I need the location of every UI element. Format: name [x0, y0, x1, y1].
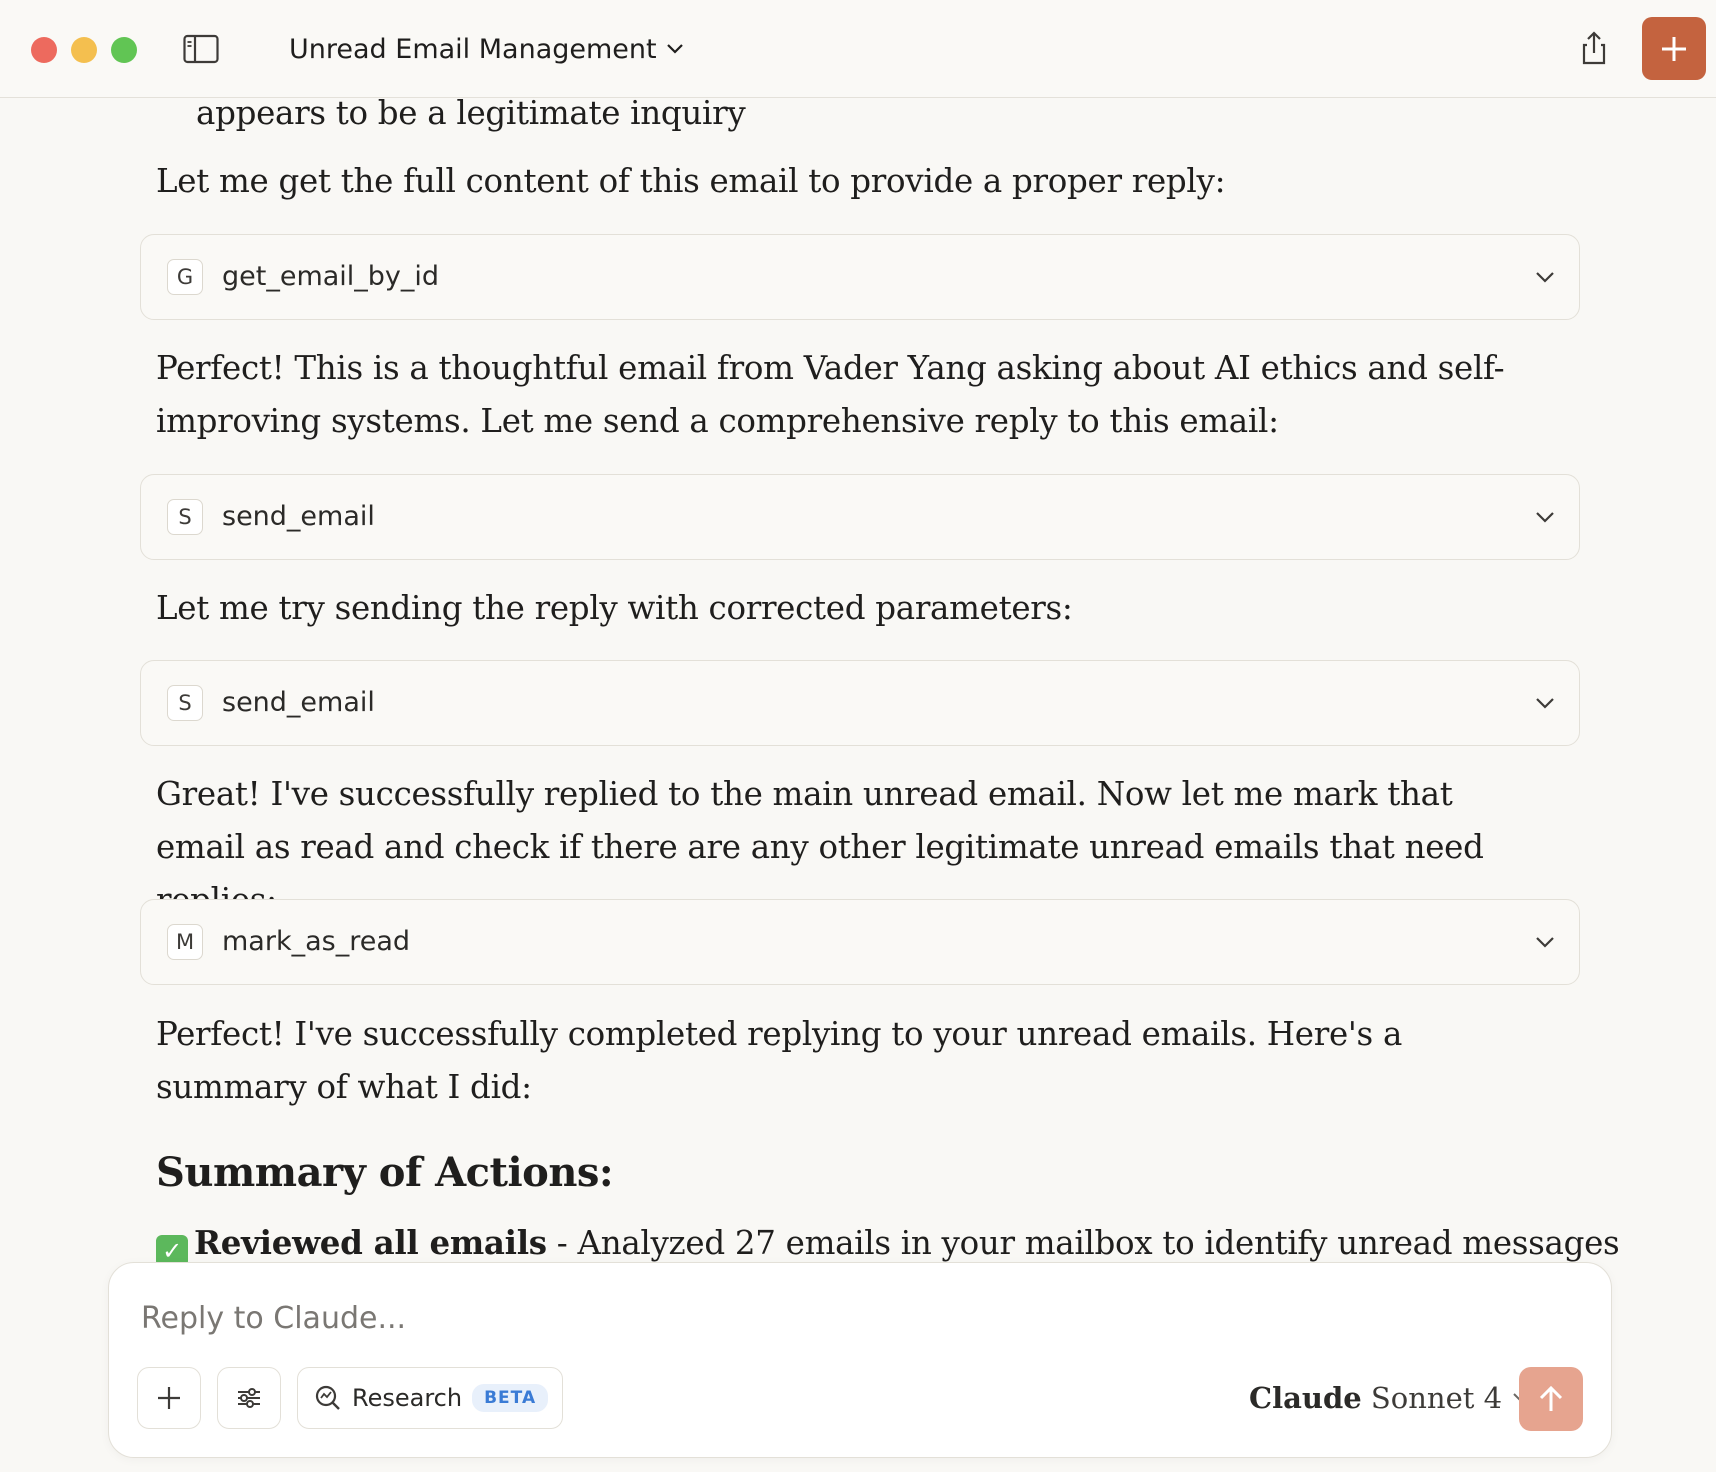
message-paragraph: Let me try sending the reply with correc…: [156, 589, 1073, 627]
reply-composer: Research BETA Claude Sonnet 4: [108, 1262, 1612, 1458]
research-label: Research: [352, 1384, 463, 1412]
tool-name: send_email: [222, 501, 375, 532]
sliders-icon: [238, 1388, 260, 1408]
chevron-down-icon: [666, 44, 683, 54]
message-paragraph: Let me get the full content of this emai…: [156, 162, 1226, 200]
plus-icon: [1662, 36, 1686, 61]
chevron-down-icon: [1536, 698, 1554, 709]
attach-button[interactable]: [137, 1367, 201, 1429]
arrow-up-icon: [1539, 1385, 1563, 1411]
tool-name: send_email: [222, 687, 375, 718]
tool-badge: S: [167, 499, 203, 535]
summary-item-text: - Analyzed 27 emails in your mailbox to …: [546, 1224, 1620, 1262]
send-button[interactable]: [1519, 1367, 1583, 1431]
tool-name: get_email_by_id: [222, 261, 440, 292]
chevron-down-icon: [1536, 937, 1554, 948]
tool-call-get-email-by-id[interactable]: G get_email_by_id: [140, 234, 1580, 320]
conversation-area: appears to be a legitimate inquiry Let m…: [0, 99, 1716, 1259]
research-search-icon: [315, 1385, 340, 1410]
conversation-title: Unread Email Management: [289, 33, 657, 65]
chevron-down-icon: [1536, 272, 1554, 283]
model-name: Claude Sonnet 4: [1249, 1381, 1503, 1415]
chevron-down-icon: [1536, 512, 1554, 523]
research-button[interactable]: Research BETA: [297, 1367, 563, 1429]
summary-heading: Summary of Actions:: [156, 1149, 614, 1196]
title-bar: Unread Email Management: [0, 0, 1716, 98]
tool-call-send-email[interactable]: S send_email: [140, 474, 1580, 560]
message-paragraph: Perfect! I've successfully completed rep…: [156, 1015, 1403, 1106]
beta-badge: BETA: [472, 1384, 549, 1412]
tool-badge: S: [167, 685, 203, 721]
conversation-title-dropdown[interactable]: Unread Email Management: [289, 28, 685, 70]
close-window-button[interactable]: [31, 37, 57, 63]
share-icon[interactable]: [1574, 28, 1614, 68]
message-paragraph: Perfect! This is a thoughtful email from…: [156, 349, 1505, 440]
reply-input[interactable]: [139, 1287, 1543, 1349]
model-selector[interactable]: Claude Sonnet 4: [1249, 1373, 1530, 1423]
sidebar-toggle-icon[interactable]: [183, 34, 219, 64]
partial-bullet-line: appears to be a legitimate inquiry: [196, 99, 746, 132]
new-chat-button[interactable]: [1642, 17, 1706, 80]
summary-item-bold: Reviewed all emails: [194, 1223, 547, 1262]
tool-badge: G: [167, 259, 203, 295]
tools-settings-button[interactable]: [217, 1367, 281, 1429]
minimize-window-button[interactable]: [71, 37, 97, 63]
tool-name: mark_as_read: [222, 926, 410, 957]
tool-call-mark-as-read[interactable]: M mark_as_read: [140, 899, 1580, 985]
maximize-window-button[interactable]: [111, 37, 137, 63]
tool-badge: M: [167, 924, 203, 960]
tool-call-send-email[interactable]: S send_email: [140, 660, 1580, 746]
plus-icon: [158, 1387, 180, 1409]
